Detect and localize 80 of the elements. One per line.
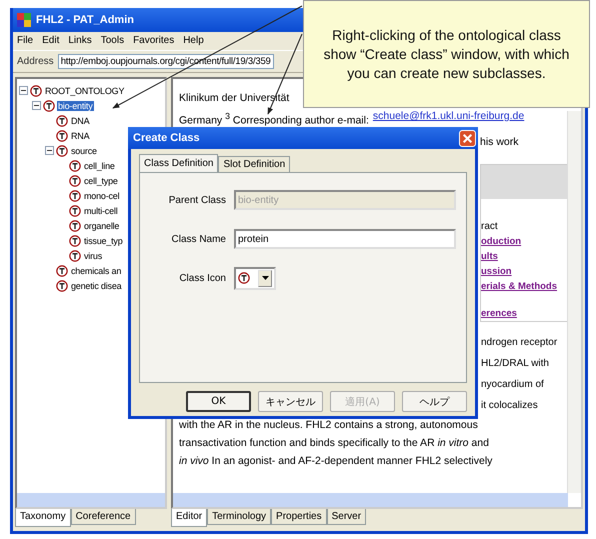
close-icon[interactable]: [459, 130, 476, 146]
menu-item[interactable]: File: [17, 35, 34, 48]
tab[interactable]: Terminology: [207, 509, 272, 525]
tab[interactable]: Taxonomy: [15, 509, 71, 527]
vertical-scrollbar[interactable]: [567, 111, 581, 493]
text-fragment: it colocalizes: [480, 399, 539, 413]
tree-item[interactable]: chemicals an: [70, 266, 122, 276]
email-link[interactable]: schuele@frk1.ukl.uni-freiburg.de: [372, 107, 524, 125]
menu-item[interactable]: Edit: [42, 35, 60, 48]
address-label: Address: [17, 56, 54, 67]
class-icon: [56, 280, 68, 292]
class-icon: [238, 272, 250, 284]
section-link[interactable]: erences: [481, 306, 517, 321]
collapse-icon[interactable]: [45, 146, 54, 155]
dialog-title: Create Class: [133, 132, 200, 144]
section-link[interactable]: oduction: [481, 234, 522, 249]
section-link[interactable]: erials & Methods: [481, 279, 558, 294]
tree-item[interactable]: bio-entity: [57, 100, 94, 110]
horizontal-scrollbar[interactable]: [173, 493, 568, 507]
text-fragment: HL2/DRAL with: [480, 357, 550, 371]
menu-item[interactable]: Tools: [100, 35, 124, 48]
class-icon: [69, 204, 81, 216]
affiliation-text: Germany $^{3}$ Corresponding author e-mail:: [179, 110, 369, 125]
field-label: Class Name: [170, 234, 226, 244]
menu-item[interactable]: Links: [68, 35, 92, 48]
text-line: with the AR in the nucleus. FHL2 contains a strong, autonomous: [179, 418, 479, 433]
tab[interactable]: Properties: [271, 509, 327, 525]
tree-item[interactable]: cell_type: [83, 176, 119, 186]
class-icon: [69, 160, 81, 172]
field-label: Parent Class: [168, 194, 226, 206]
class-icon: [69, 250, 81, 262]
tree-item[interactable]: multi-cell: [83, 206, 119, 216]
text-field[interactable]: protein: [234, 229, 456, 249]
section-link[interactable]: ussion: [481, 264, 512, 279]
window-title: FHL2 - PAT_Admin: [36, 14, 134, 26]
collapse-icon[interactable]: [32, 101, 41, 110]
horizontal-scrollbar[interactable]: [17, 493, 165, 507]
tree-item[interactable]: cell_line: [83, 160, 116, 170]
field-label: Class Icon: [178, 272, 226, 284]
class-icon: [69, 234, 81, 246]
tab[interactable]: Editor: [171, 509, 208, 527]
menu-item[interactable]: Help: [183, 35, 204, 48]
collapse-icon[interactable]: [19, 86, 28, 95]
icon-dropdown[interactable]: [234, 266, 276, 290]
annotation-tooltip: Right-clicking of the ontological class show “Create class” window, with which you can create new subclasses.: [303, 0, 590, 108]
text-line: in vivo In an agonist- and AF-2-dependent manner FHL2 selectively: [179, 454, 494, 469]
tree-item[interactable]: mono-cel: [83, 190, 120, 200]
class-icon: [69, 190, 81, 202]
tree-item[interactable]: tissue_typ: [83, 236, 124, 246]
tree-item[interactable]: DNA: [70, 116, 90, 126]
tree-item[interactable]: source: [70, 146, 98, 156]
tree-item[interactable]: virus: [83, 250, 104, 260]
text-line: transactivation function and binds specifically to the AR in vitro and: [179, 436, 490, 451]
dialog-button[interactable]: キャンセル: [258, 391, 323, 412]
tree-item[interactable]: ROOT_ONTOLOGY: [44, 86, 126, 96]
tree-item[interactable]: RNA: [70, 130, 90, 140]
class-icon: [56, 130, 68, 142]
text-fragment: his work: [480, 135, 520, 150]
tree-item[interactable]: organelle: [83, 220, 120, 230]
tab[interactable]: Coreference: [70, 509, 136, 525]
tree-item[interactable]: genetic disea: [70, 280, 122, 290]
menu-item[interactable]: Favorites: [133, 35, 174, 48]
dialog-button[interactable]: OK: [186, 391, 251, 412]
contents-heading: ract: [481, 220, 498, 234]
tab[interactable]: Class Definition: [139, 154, 218, 172]
caret-icon: [262, 276, 268, 280]
class-icon: [69, 174, 81, 186]
app-icon: [17, 13, 31, 27]
class-icon: [56, 264, 68, 276]
section-link[interactable]: ults: [481, 249, 498, 264]
class-icon: [43, 100, 55, 112]
dialog-button[interactable]: ヘルプ: [402, 391, 467, 412]
class-icon: [56, 114, 68, 126]
class-icon: [69, 220, 81, 232]
class-icon: [30, 84, 42, 96]
text-fragment: nyocardium of: [480, 378, 545, 392]
tab[interactable]: Server: [326, 509, 366, 525]
tab[interactable]: Slot Definition: [218, 156, 290, 172]
class-icon: [56, 144, 68, 156]
text-fragment: ndrogen receptor: [480, 336, 558, 350]
